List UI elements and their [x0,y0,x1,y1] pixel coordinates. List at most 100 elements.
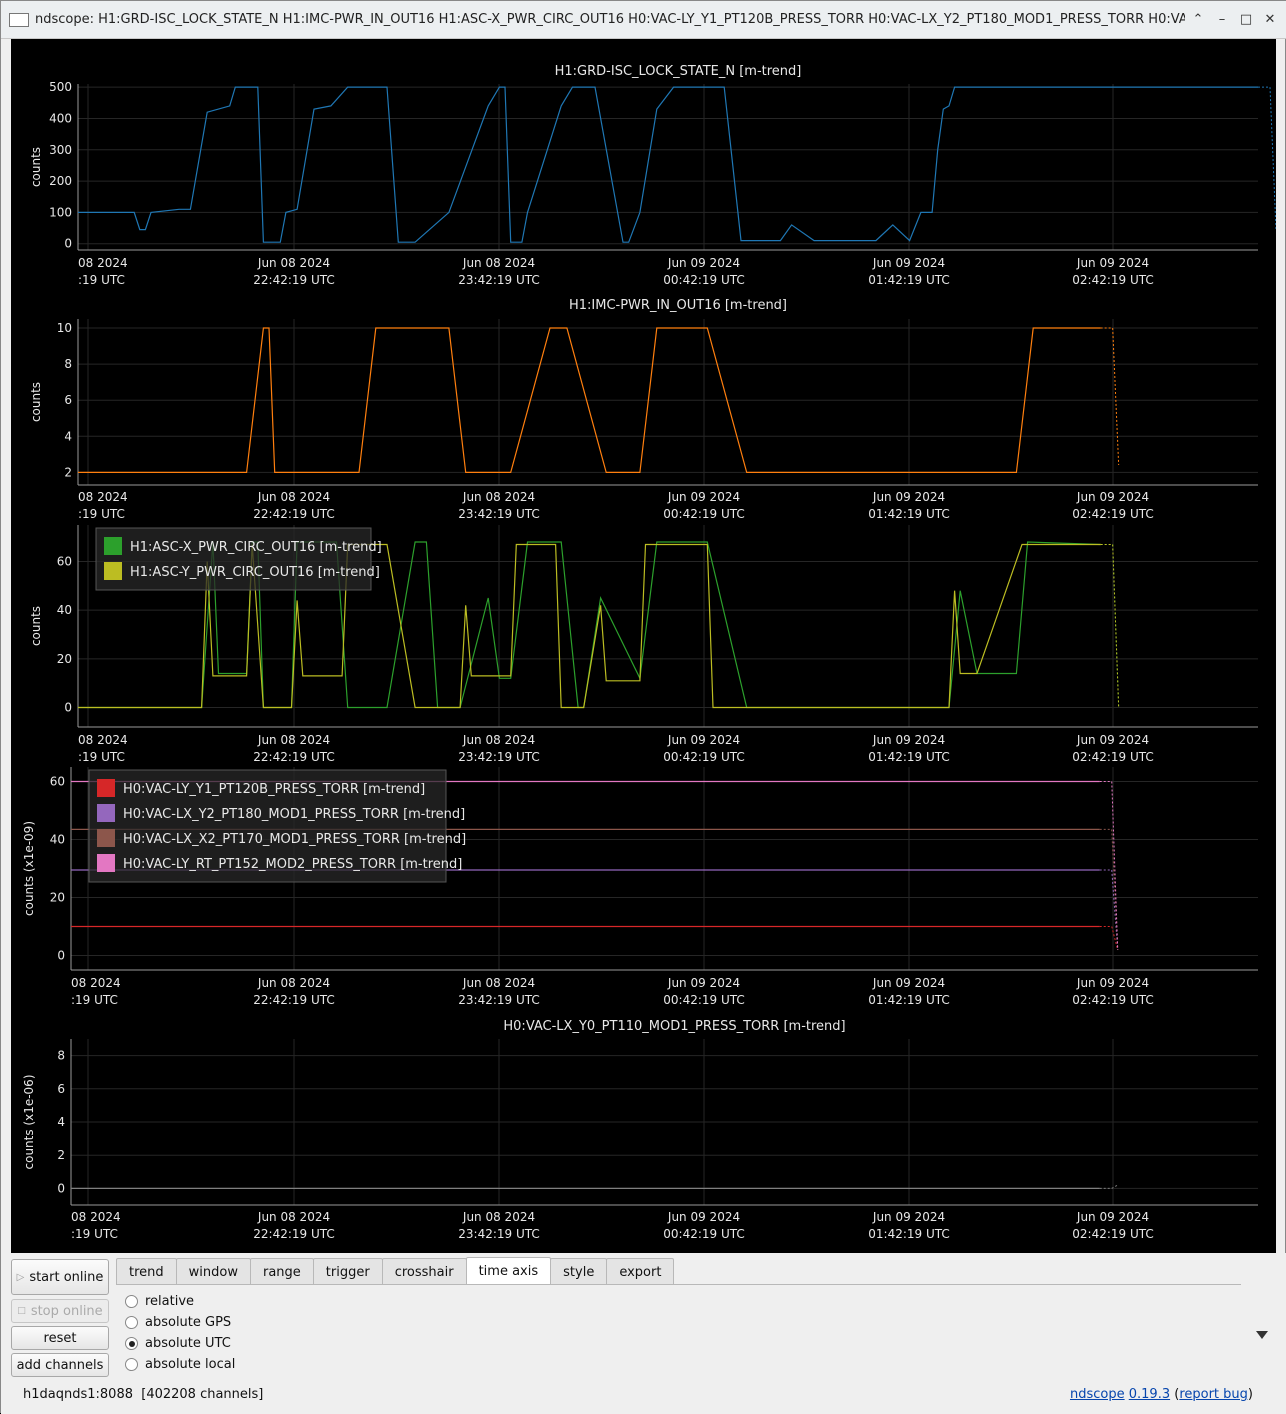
chart-title: H1:IMC-PWR_IN_OUT16 [m-trend] [569,298,787,313]
radio-absolute-local[interactable]: absolute local [125,1357,235,1372]
legend-label: H1:ASC-Y_PWR_CIRC_OUT16 [m-trend] [130,565,380,580]
x-tick-label-time: 00:42:19 UTC [663,750,745,764]
reset-button[interactable]: reset [11,1326,109,1350]
add-channels-button[interactable]: add channels [11,1353,109,1377]
tab-style[interactable]: style [550,1258,608,1285]
series-tail [1099,828,1119,951]
x-tick-label: Jun 08 2024 [462,256,535,270]
close-button[interactable]: ✕ [1259,9,1281,31]
x-tick-label-time: 02:42:19 UTC [1072,993,1154,1007]
play-icon: ▷ [16,1271,25,1283]
radio-label: relative [145,1294,195,1309]
app-icon [9,12,29,27]
x-tick-label: Jun 09 2024 [667,976,740,990]
minimize-button[interactable]: – [1211,9,1233,31]
x-tick-label-time: 23:42:19 UTC [458,507,540,521]
radio-absolute-gps[interactable]: absolute GPS [125,1315,231,1330]
radio-button[interactable] [125,1316,138,1329]
x-tick-label-time: :19 UTC [78,273,125,287]
legend-label: H0:VAC-LX_Y2_PT180_MOD1_PRESS_TORR [m-tr… [123,807,465,822]
stop-online-button[interactable]: □ stop online [11,1299,109,1323]
series-tail [1100,543,1120,708]
series-tail [1100,327,1120,466]
x-tick-label: Jun 09 2024 [872,733,945,747]
x-tick-label-time: 22:42:19 UTC [253,750,335,764]
x-tick-label: Jun 09 2024 [1076,490,1149,504]
radio-button[interactable] [125,1358,138,1371]
collapse-arrow-icon[interactable] [1256,1331,1268,1339]
x-tick-label-time: :19 UTC [78,507,125,521]
legend-swatch [97,804,115,822]
radio-absolute-utc[interactable]: absolute UTC [125,1336,231,1351]
tab-window[interactable]: window [175,1258,251,1285]
y-tick-label: 60 [57,555,72,569]
x-tick-label-time: 23:42:19 UTC [458,273,540,287]
x-tick-label: 08 2024 [71,976,121,990]
series-tail [1258,86,1276,231]
control-panel: ▷ start online □ stop online reset add c… [1,1253,1286,1414]
x-tick-label: Jun 09 2024 [1076,733,1149,747]
y-tick-label: 60 [50,775,65,789]
y-tick-label: 2 [57,1148,65,1162]
radio-relative[interactable]: relative [125,1294,194,1309]
x-tick-label: Jun 09 2024 [667,490,740,504]
y-tick-label: 8 [64,357,72,371]
radio-label: absolute local [145,1357,236,1372]
x-tick-label-time: :19 UTC [78,750,125,764]
stop-icon: □ [17,1306,26,1316]
channel-count: [402208 channels] [141,1387,264,1402]
legend-swatch [97,829,115,847]
tab-crosshair[interactable]: crosshair [381,1258,467,1285]
radio-label: absolute GPS [145,1315,232,1330]
maximize-button[interactable]: □ [1235,9,1257,31]
x-tick-label: Jun 09 2024 [1076,256,1149,270]
tab-trigger[interactable]: trigger [312,1258,383,1285]
x-tick-label: Jun 08 2024 [257,976,330,990]
y-axis-label: counts [29,606,43,646]
x-tick-label-time: :19 UTC [71,993,118,1007]
start-online-button[interactable]: ▷ start online [11,1259,109,1295]
app-link[interactable]: ndscope [1070,1387,1125,1402]
x-tick-label: 08 2024 [78,490,128,504]
version-link[interactable]: 0.19.3 [1129,1387,1170,1402]
chevron-up-icon[interactable]: ⌃ [1187,9,1209,31]
legend-swatch [97,854,115,872]
plots-svg[interactable]: 0100200300400500countsH1:GRD-ISC_LOCK_ST… [11,39,1276,1253]
y-tick-label: 6 [64,393,72,407]
tab-range[interactable]: range [249,1258,314,1285]
legend-label: H0:VAC-LY_RT_PT152_MOD2_PRESS_TORR [m-tr… [123,857,462,872]
tab-export[interactable]: export [606,1258,675,1285]
radio-button[interactable] [125,1295,138,1308]
y-tick-label: 20 [57,652,72,666]
x-tick-label: Jun 09 2024 [667,256,740,270]
y-axis-label: counts [29,147,43,187]
x-tick-label: Jun 08 2024 [462,976,535,990]
x-tick-label: Jun 09 2024 [667,733,740,747]
plot-area[interactable]: 0 100 200 300 400 500 counts H1:GRD-ISC_LOCK_ST… [11,39,1276,1253]
legend-label: H0:VAC-LX_X2_PT170_MOD1_PRESS_TORR [m-tr… [123,832,466,847]
x-tick-label-time: 23:42:19 UTC [458,1227,540,1241]
radio-button-selected[interactable] [125,1337,138,1350]
tab-trend[interactable]: trend [116,1258,177,1285]
x-tick-label-time: 02:42:19 UTC [1072,507,1154,521]
title-bar[interactable]: ndscope: H1:GRD-ISC_LOCK_STATE_N H1:IMC-… [1,1,1286,39]
start-online-label: start online [29,1269,104,1285]
report-bug-link[interactable]: report bug [1179,1387,1248,1402]
series-tail [1099,926,1119,951]
ndscope-window: ndscope: H1:GRD-ISC_LOCK_STATE_N H1:IMC-… [0,0,1286,1414]
x-tick-label-time: 02:42:19 UTC [1072,273,1154,287]
y-tick-label: 0 [64,237,72,251]
stop-online-label: stop online [30,1303,103,1319]
x-tick-label: Jun 09 2024 [872,1210,945,1224]
radio-label: absolute UTC [145,1336,231,1351]
y-tick-label: 500 [49,80,72,94]
y-tick-label: 6 [57,1082,65,1096]
x-tick-label-time: 02:42:19 UTC [1072,750,1154,764]
x-tick-label-time: 01:42:19 UTC [868,750,950,764]
status-server: h1daqnds1:8088 [402208 channels] [23,1387,263,1402]
y-tick-label: 8 [57,1049,65,1063]
y-tick-label: 200 [49,174,72,188]
tab-time-axis[interactable]: time axis [465,1257,552,1285]
legend-swatch [104,537,122,555]
x-tick-label-time: 01:42:19 UTC [868,1227,950,1241]
